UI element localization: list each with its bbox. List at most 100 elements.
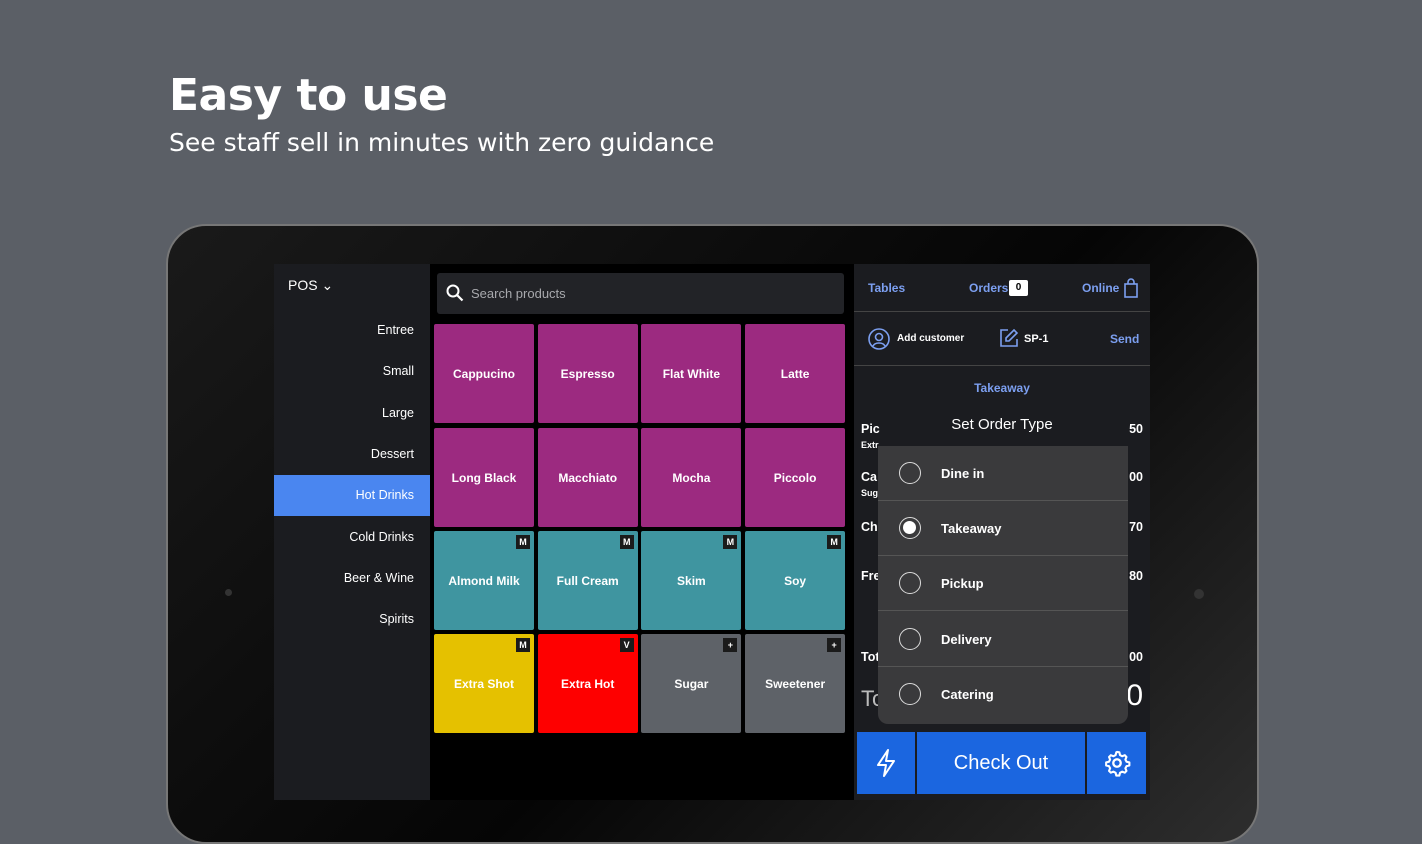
radio-button[interactable] — [899, 572, 921, 594]
option-label: Delivery — [941, 632, 992, 647]
gear-icon — [1104, 750, 1130, 777]
category-sidebar: POS ⌄ Entree Small Large Dessert Hot Drinks C… — [274, 264, 430, 800]
product-tile[interactable]: Extra Shot M — [434, 634, 534, 733]
product-name: Almond Milk — [448, 573, 520, 588]
camera-lens — [1194, 589, 1204, 599]
order-type-option[interactable]: Delivery — [878, 612, 1128, 667]
product-tile[interactable]: Almond Milk M — [434, 531, 534, 630]
send-button[interactable]: Send — [1110, 332, 1139, 346]
order-panel: Tables Orders 0 Online Add customer SP-1… — [854, 264, 1150, 800]
product-name: Soy — [784, 573, 807, 588]
product-tile[interactable]: Cappucino — [434, 324, 534, 423]
option-label: Catering — [941, 687, 994, 702]
order-id: SP-1 — [1024, 333, 1049, 345]
product-tile[interactable]: Extra Hot V — [537, 634, 638, 733]
order-price-fragment: 00 — [1129, 650, 1143, 664]
settings-button[interactable] — [1087, 732, 1146, 794]
product-tile[interactable]: Macchiato — [537, 428, 638, 527]
hero-subtitle: See staff sell in minutes with zero guid… — [169, 128, 715, 157]
modifier-badge: V — [619, 638, 634, 652]
product-name: Cappucino — [453, 366, 515, 381]
order-price-fragment: 70 — [1129, 520, 1143, 534]
product-tile[interactable]: Full Cream M — [537, 531, 638, 630]
search-input[interactable]: Search products — [437, 273, 844, 314]
product-name: Extra Hot — [561, 676, 615, 691]
order-type-option[interactable]: Pickup — [878, 556, 1128, 611]
product-name: Long Black — [451, 470, 517, 485]
category-item[interactable]: Spirits — [274, 599, 430, 640]
online-tab[interactable]: Online — [1082, 281, 1119, 295]
category-item[interactable]: Hot Drinks — [274, 475, 430, 517]
product-tile[interactable]: Latte — [745, 324, 846, 423]
product-tile[interactable]: Piccolo — [745, 428, 846, 527]
search-placeholder: Search products — [471, 286, 566, 301]
order-price-fragment: 0 — [1126, 679, 1143, 712]
modifier-badge: M — [827, 535, 842, 549]
modal-title: Set Order Type — [951, 416, 1053, 433]
edit-icon[interactable] — [999, 328, 1019, 348]
category-item[interactable]: Large — [274, 393, 430, 434]
product-name: Full Cream — [556, 573, 619, 588]
product-name: Espresso — [560, 366, 615, 381]
order-type-option[interactable]: Takeaway — [878, 501, 1128, 556]
divider — [854, 365, 1150, 366]
category-item[interactable]: Beer & Wine — [274, 558, 430, 599]
option-label: Takeaway — [941, 521, 1002, 536]
radio-button[interactable] — [899, 462, 921, 484]
product-name: Sweetener — [765, 676, 826, 691]
product-name: Piccolo — [773, 470, 817, 485]
product-tile[interactable]: Sweetener + — [745, 634, 846, 733]
order-line-fragment: Ca — [861, 470, 877, 484]
order-type-label[interactable]: Takeaway — [854, 381, 1150, 395]
category-item[interactable]: Cold Drinks — [274, 517, 430, 558]
modifier-badge: + — [723, 638, 738, 652]
tables-tab[interactable]: Tables — [868, 281, 905, 295]
lightning-icon — [877, 749, 895, 777]
category-item[interactable]: Entree — [274, 310, 430, 351]
order-price-fragment: 00 — [1129, 470, 1143, 484]
hero-title: Easy to use — [169, 70, 448, 121]
order-line-fragment: Tot — [861, 650, 880, 664]
orders-count-badge: 0 — [1009, 280, 1028, 296]
product-name: Macchiato — [558, 470, 618, 485]
product-tile[interactable]: Espresso — [537, 324, 638, 423]
product-tile[interactable]: Long Black — [434, 428, 534, 527]
product-tile[interactable]: Mocha — [641, 428, 742, 527]
product-tile[interactable]: Soy M — [745, 531, 846, 630]
orders-tab[interactable]: Orders — [969, 281, 1008, 295]
product-name: Latte — [780, 366, 810, 381]
order-type-option[interactable]: Dine in — [878, 446, 1128, 501]
product-name: Flat White — [662, 366, 721, 381]
product-tile[interactable]: Flat White — [641, 324, 742, 423]
modifier-badge: M — [723, 535, 738, 549]
order-type-modal: Dine in Takeaway Pickup Delivery Catering — [878, 446, 1128, 724]
product-tile[interactable]: Sugar + — [641, 634, 742, 733]
product-name: Mocha — [672, 470, 711, 485]
order-line-fragment: Extr — [861, 440, 879, 450]
user-icon[interactable] — [868, 328, 890, 350]
pos-screen: POS ⌄ Entree Small Large Dessert Hot Drinks C… — [274, 264, 1150, 800]
order-type-option[interactable]: Catering — [878, 667, 1128, 722]
radio-button[interactable] — [899, 628, 921, 650]
divider — [854, 311, 1150, 312]
order-price-fragment: 80 — [1129, 569, 1143, 583]
product-name: Sugar — [674, 676, 709, 691]
modifier-badge: M — [619, 535, 634, 549]
option-label: Pickup — [941, 576, 984, 591]
radio-button[interactable] — [899, 683, 921, 705]
add-customer-button[interactable]: Add customer — [897, 333, 964, 344]
modifier-badge: M — [516, 535, 530, 549]
modifier-badge: M — [516, 638, 530, 652]
product-name: Extra Shot — [453, 676, 514, 691]
pos-menu-button[interactable]: POS ⌄ — [288, 277, 333, 294]
quick-sale-button[interactable] — [857, 732, 915, 794]
category-item[interactable]: Small — [274, 351, 430, 392]
product-tile[interactable]: Skim M — [641, 531, 742, 630]
product-name: Skim — [677, 573, 706, 588]
category-item[interactable]: Dessert — [274, 434, 430, 475]
order-line-fragment: Sug — [861, 488, 878, 498]
shopping-bag-icon — [1124, 278, 1138, 298]
checkout-button[interactable]: Check Out — [917, 732, 1085, 794]
radio-button[interactable] — [899, 517, 921, 539]
modifier-badge: + — [827, 638, 842, 652]
